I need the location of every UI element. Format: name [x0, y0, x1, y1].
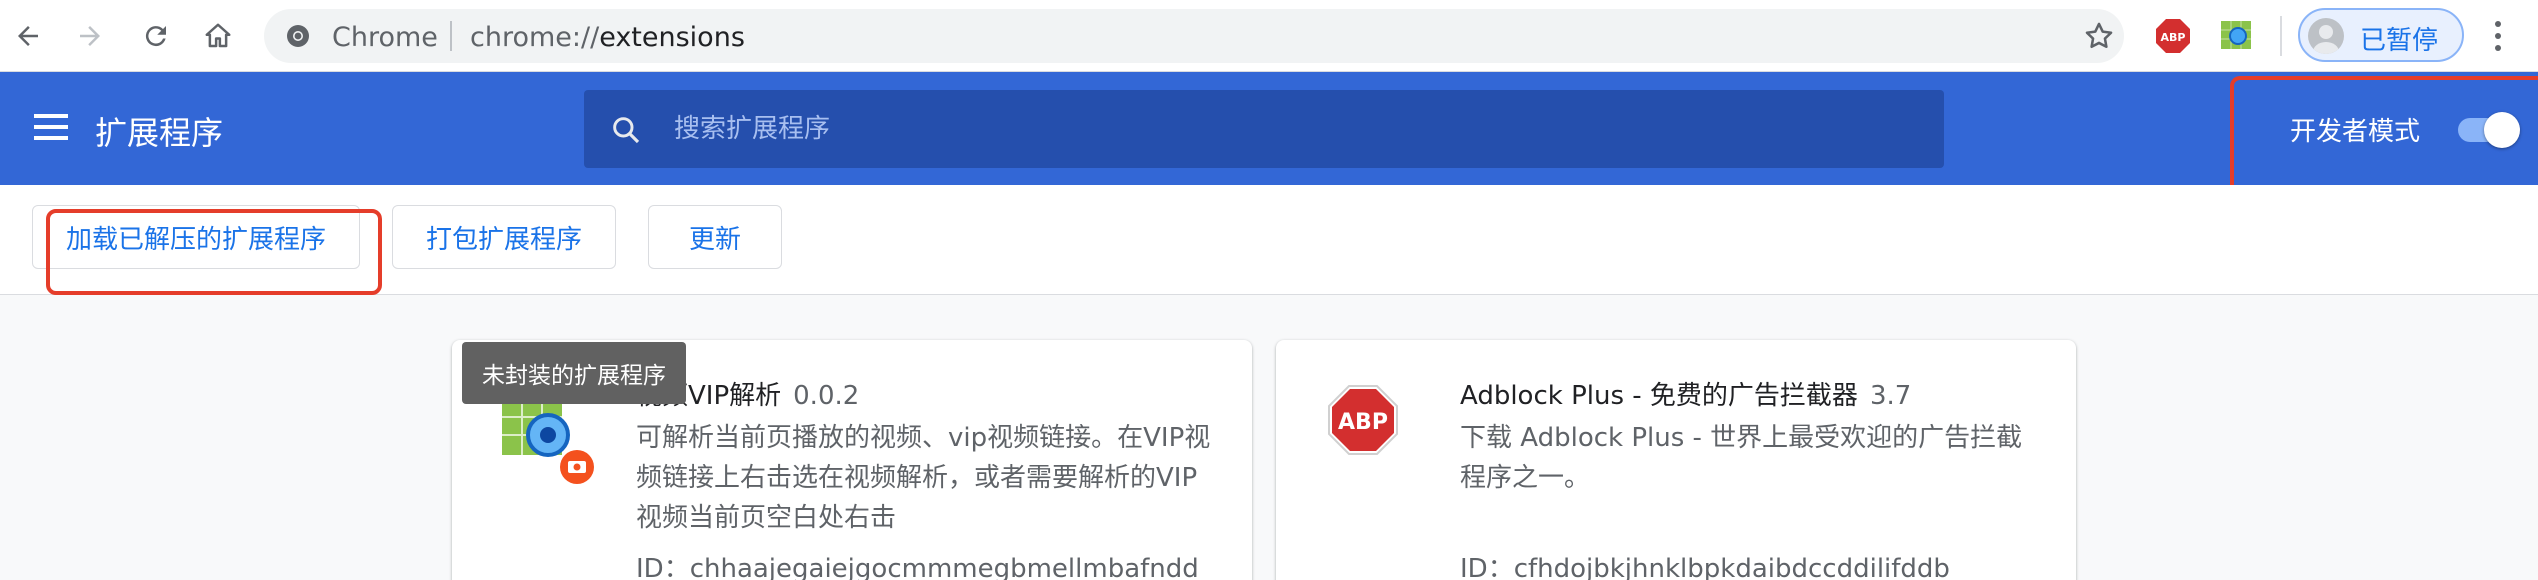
search-input[interactable] — [674, 106, 1874, 152]
profile-button[interactable]: 已暂停 — [2298, 8, 2464, 62]
avatar-icon — [2308, 18, 2344, 54]
extension-name: Adblock Plus - 免费的广告拦截器 3.7 — [1460, 375, 1911, 412]
update-button[interactable]: 更新 — [648, 205, 782, 269]
browser-menu-icon[interactable] — [2486, 16, 2510, 56]
extension-card: ABP Adblock Plus - 免费的广告拦截器 3.7 下载 Adbloc… — [1276, 340, 2076, 580]
vip-parse-icon — [502, 399, 594, 484]
home-icon — [205, 23, 231, 48]
svg-text:ABP: ABP — [1338, 410, 1388, 435]
site-label: Chrome — [332, 22, 438, 53]
url-host: extensions — [599, 22, 745, 53]
extension-version: 0.0.2 — [793, 381, 860, 411]
page-title: 扩展程序 — [95, 114, 224, 152]
extensions-header: 扩展程序 开发者模式 — [0, 72, 2538, 185]
browser-toolbar: Chrome chrome://extensions ABP 已暂停 — [0, 0, 2538, 72]
extension-title: Adblock Plus - 免费的广告拦截器 — [1460, 381, 1858, 411]
home-button[interactable] — [196, 14, 240, 58]
vip-parse-toolbar-icon[interactable] — [2220, 18, 2254, 52]
pack-extension-button[interactable]: 打包扩展程序 — [392, 205, 616, 269]
back-button[interactable] — [6, 14, 50, 58]
search-icon — [613, 117, 640, 144]
extension-id: ID：chhaajegaiejgocmmmegbmellmbafndd — [636, 554, 1199, 580]
chrome-icon — [287, 25, 309, 47]
adblock-plus-icon: ABP — [1328, 385, 1398, 455]
forward-button[interactable] — [68, 14, 112, 58]
address-bar[interactable]: Chrome chrome://extensions — [264, 9, 2124, 63]
adblock-plus-toolbar-icon[interactable]: ABP — [2155, 18, 2191, 54]
url-text: chrome://extensions — [470, 22, 745, 53]
url-scheme: chrome:// — [470, 22, 600, 53]
unpacked-extension-tooltip: 未封装的扩展程序 — [462, 342, 686, 404]
back-arrow-icon — [18, 26, 38, 46]
load-unpacked-annotation — [46, 209, 382, 295]
extension-description: 下载 Adblock Plus - 世界上最受欢迎的广告拦截程序之一。 — [1460, 423, 2023, 493]
reload-button[interactable] — [134, 14, 178, 58]
forward-arrow-icon — [80, 26, 100, 46]
hamburger-menu-icon[interactable] — [34, 112, 68, 142]
profile-status-label: 已暂停 — [2360, 26, 2439, 56]
svg-text:ABP: ABP — [2161, 31, 2186, 44]
extension-description: 可解析当前页播放的视频、vip视频链接。在VIP视频链接上右击选在视频解析，或者… — [636, 423, 1211, 533]
search-box[interactable] — [584, 90, 1944, 168]
toolbar-divider — [2280, 16, 2282, 56]
extension-id: ID：cfhdojbkjhnklbpkdaibdccddilifddb — [1460, 554, 1950, 580]
reload-icon — [145, 26, 166, 47]
extension-version: 3.7 — [1869, 381, 1912, 411]
omnibox-divider — [450, 21, 452, 51]
bookmark-star-icon[interactable] — [2082, 19, 2116, 53]
